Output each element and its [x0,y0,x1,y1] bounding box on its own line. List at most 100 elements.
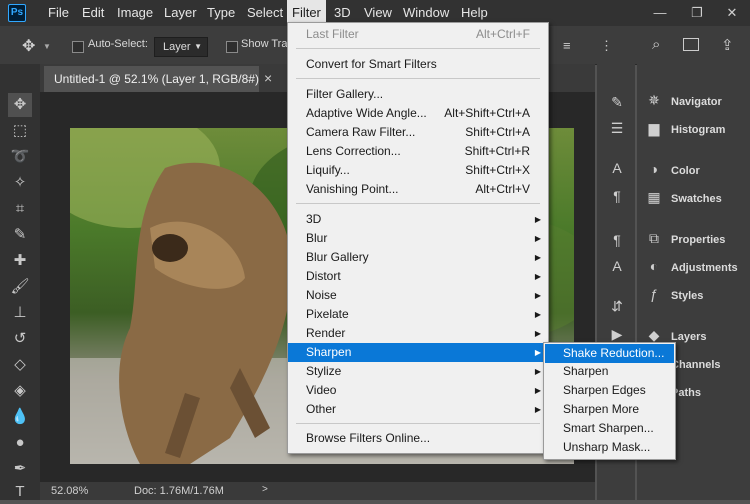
menu-item-noise[interactable]: Noise ▶ [288,286,548,305]
restore-icon[interactable]: ❐ [682,0,712,26]
menu-item-adaptive-wide-angle[interactable]: Adaptive Wide Angle... Alt+Shift+Ctrl+A [288,104,548,123]
submenu-arrow-icon: ▶ [534,405,541,414]
histogram-icon: ▆ [648,120,660,136]
close-icon[interactable]: ✕ [717,0,747,26]
auto-select-dropdown[interactable]: Layer ▼ [154,37,208,57]
submenu-arrow-icon: ▶ [534,348,541,357]
menu-item-3d[interactable]: 3D ▶ [288,210,548,229]
properties-icon: ⧉ [649,230,659,246]
menu-item-browse-filters[interactable]: Browse Filters Online... [288,429,548,448]
menu-item-video[interactable]: Video ▶ [288,381,548,400]
character-icon[interactable]: A [605,158,629,178]
minimize-icon[interactable]: — [645,0,675,26]
panel-styles[interactable]: ƒ Styles [645,282,703,306]
auto-select-label: Auto-Select: [88,38,148,50]
menu-file[interactable]: File [43,0,74,26]
submenu-item-unsharp-mask[interactable]: Unsharp Mask... [545,438,674,457]
menu-type[interactable]: Type [202,0,240,26]
paint-bucket-icon[interactable]: ◈ [8,379,32,403]
menu-item-stylize[interactable]: Stylize ▶ [288,362,548,381]
play-icon[interactable]: ▶ [605,324,629,344]
menu-item-blur-gallery[interactable]: Blur Gallery ▶ [288,248,548,267]
submenu-arrow-icon: ▶ [534,253,541,262]
zoom-level[interactable]: 52.08% [51,485,88,497]
eyedropper-icon[interactable]: ✎ [8,223,32,247]
menu-item-pixelate[interactable]: Pixelate ▶ [288,305,548,324]
healing-brush-icon[interactable]: ✚ [8,249,32,273]
blur-tool-icon[interactable]: 💧 [8,405,32,429]
menu-item-other[interactable]: Other ▶ [288,400,548,419]
paragraph-styles-icon[interactable]: ¶ [605,230,629,250]
panel-properties[interactable]: ⧉ Properties [645,226,725,250]
submenu-arrow-icon: ▶ [534,367,541,376]
menu-item-blur[interactable]: Blur ▶ [288,229,548,248]
marquee-tool-icon[interactable]: ⬚ [8,119,32,143]
close-tab-icon[interactable]: × [264,70,272,86]
swatches-icon: ▦ [647,189,661,205]
layer-select-value: Layer [163,41,191,53]
photoshop-logo: Ps [8,4,26,22]
crop-tool-icon[interactable]: ⌗ [8,197,32,221]
menu-item-sharpen[interactable]: Sharpen ▶ [288,343,548,362]
color-icon: ◑ [649,161,659,177]
menu-item-vanishing-point[interactable]: Vanishing Point... Alt+Ctrl+V [288,180,548,199]
menu-image[interactable]: Image [112,0,158,26]
search-icon[interactable]: ⌕ [652,36,660,53]
show-transform-checkbox[interactable] [226,41,238,53]
move-tool-icon[interactable]: ✥ [8,93,32,117]
brush-panel-icon[interactable]: ✎ [605,92,629,112]
menu-item-render[interactable]: Render ▶ [288,324,548,343]
submenu-item-sharpen-edges[interactable]: Sharpen Edges [545,381,674,400]
chevron-down-icon: ▼ [194,42,202,51]
show-transform-label: Show Tran [241,38,294,50]
menu-item-distort[interactable]: Distort ▶ [288,267,548,286]
dodge-tool-icon[interactable]: ● [8,431,32,455]
menu-separator [296,48,540,49]
menu-layer[interactable]: Layer [159,0,202,26]
brush-settings-icon[interactable]: ☰ [605,118,629,138]
menu-item-last-filter[interactable]: Last Filter Alt+Ctrl+F [288,25,548,44]
submenu-item-sharpen-more[interactable]: Sharpen More [545,400,674,419]
workspace-icon[interactable] [683,38,699,51]
character-styles-icon[interactable]: A [605,256,629,276]
history-brush-icon[interactable]: ↺ [8,327,32,351]
panel-color[interactable]: ◑ Color [645,157,700,181]
menu-item-convert-smart-filters[interactable]: Convert for Smart Filters [288,55,548,74]
magic-wand-icon[interactable]: ✧ [8,171,32,195]
menu-edit[interactable]: Edit [77,0,109,26]
adjustments-icon: ◐ [649,258,659,274]
auto-select-checkbox[interactable] [72,41,84,53]
distribute-icon[interactable]: ⋮ [600,38,613,54]
chevron-down-icon[interactable]: ▼ [43,42,51,51]
pen-tool-icon[interactable]: ✒ [8,457,32,481]
submenu-arrow-icon: ▶ [534,310,541,319]
clone-stamp-icon[interactable]: ⊥ [8,301,32,325]
type-tool-icon[interactable]: T [8,480,32,504]
eraser-icon[interactable]: ◇ [8,353,32,377]
submenu-item-smart-sharpen[interactable]: Smart Sharpen... [545,419,674,438]
submenu-item-shake-reduction[interactable]: Shake Reduction... [545,344,674,363]
align-icon[interactable]: ≡ [563,38,571,53]
document-tab[interactable]: Untitled-1 @ 52.1% (Layer 1, RGB/8#) * [44,66,259,112]
menu-item-liquify[interactable]: Liquify... Shift+Ctrl+X [288,161,548,180]
share-icon[interactable]: ⇪ [721,36,734,54]
menu-item-camera-raw[interactable]: Camera Raw Filter... Shift+Ctrl+A [288,123,548,142]
panel-adjustments[interactable]: ◐ Adjustments [645,254,738,278]
move-tool-icon[interactable]: ✥ [22,36,35,56]
submenu-arrow-icon: ▶ [534,291,541,300]
brush-tool-icon[interactable]: 🖌 [8,275,32,299]
submenu-arrow-icon: ▶ [534,215,541,224]
menu-item-filter-gallery[interactable]: Filter Gallery... [288,85,548,104]
menu-select[interactable]: Select [242,0,288,26]
panel-navigator[interactable]: ✵ Navigator [645,88,722,112]
panel-swatches[interactable]: ▦ Swatches [645,185,721,209]
chevron-right-icon[interactable]: > [262,484,268,495]
paragraph-icon[interactable]: ¶ [605,186,629,206]
panel-histogram[interactable]: ▆ Histogram [645,116,726,140]
submenu-item-sharpen[interactable]: Sharpen [545,362,674,381]
menu-item-lens-correction[interactable]: Lens Correction... Shift+Ctrl+R [288,142,548,161]
timeline-icon[interactable]: ⇵ [605,296,629,316]
submenu-arrow-icon: ▶ [534,386,541,395]
submenu-arrow-icon: ▶ [534,234,541,243]
lasso-tool-icon[interactable]: ➰ [8,145,32,169]
